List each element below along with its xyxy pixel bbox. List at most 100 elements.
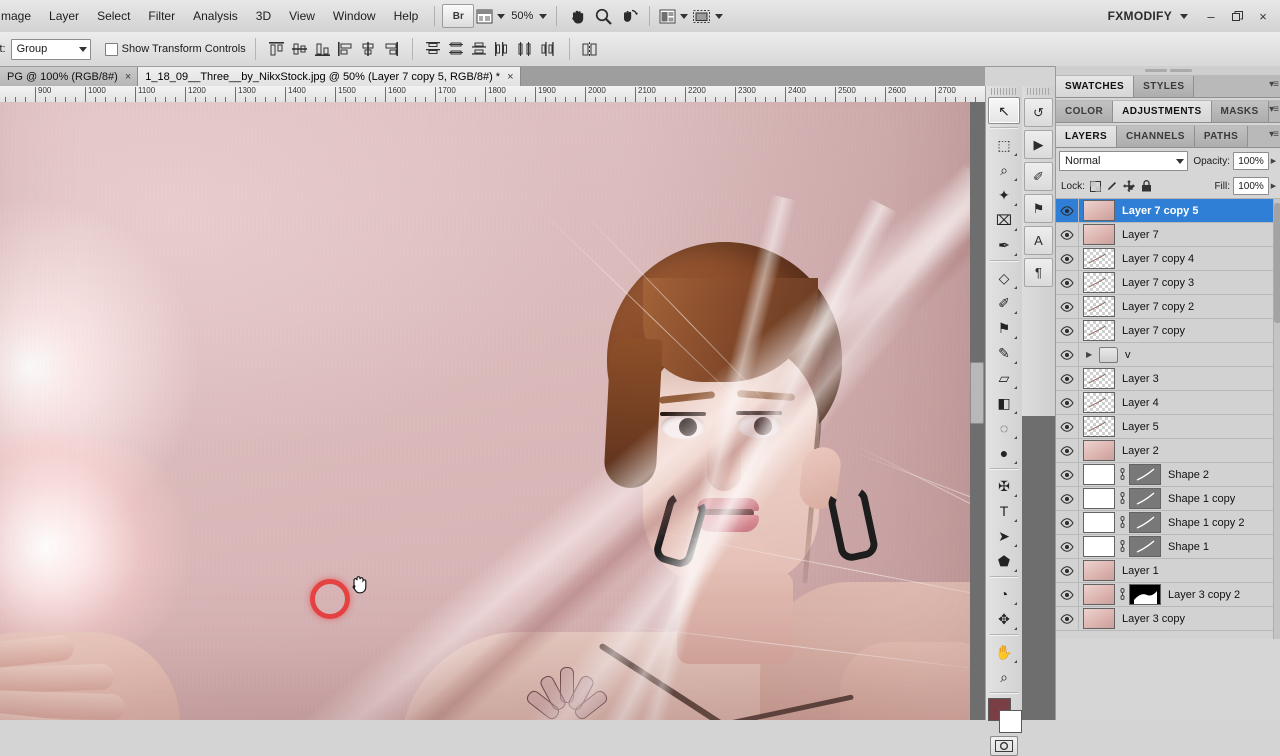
blend-mode-select[interactable]: Normal [1059,151,1189,171]
distribute-top-edges-button[interactable] [424,40,443,59]
layer-row[interactable]: Shape 2 [1056,463,1280,487]
restore-button[interactable] [1224,4,1250,28]
layer-fill-thumbnail[interactable] [1083,488,1115,509]
layer-thumbnail[interactable] [1083,248,1115,269]
panel-tab-styles[interactable]: STYLES [1134,76,1195,97]
distribute-left-edges-button[interactable] [493,40,512,59]
history-panel-icon[interactable]: ↺ [1024,98,1053,127]
layer-visibility-eye-icon[interactable] [1056,487,1079,510]
lock-all-icon[interactable] [1139,179,1154,194]
brushes-panel-icon[interactable]: ✐ [1024,162,1053,191]
menu-item-mage[interactable]: mage [0,5,40,27]
distribute-bottom-edges-button[interactable] [470,40,489,59]
mask-link-icon[interactable] [1117,539,1128,554]
minimize-button[interactable]: – [1198,4,1224,28]
menu-item-filter[interactable]: Filter [139,5,184,27]
layer-visibility-eye-icon[interactable] [1056,511,1079,534]
layer-thumbnail[interactable] [1083,224,1115,245]
clone-stamp-tool[interactable]: ⚑ [989,315,1019,340]
layer-visibility-eye-icon[interactable] [1056,367,1079,390]
mask-link-icon[interactable] [1117,587,1128,602]
layer-row[interactable]: Layer 1 [1056,559,1280,583]
close-icon[interactable]: × [507,71,513,83]
opacity-stepper[interactable]: ▶ [1269,153,1278,169]
chevron-down-icon[interactable] [1180,13,1188,19]
custom-shape-tool[interactable]: ⬟ [989,548,1019,573]
layer-visibility-eye-icon[interactable] [1056,583,1079,606]
magic-wand-tool[interactable]: ✦ [989,182,1019,207]
layer-fill-thumbnail[interactable] [1083,512,1115,533]
layer-thumbnail[interactable] [1083,392,1115,413]
group-select[interactable]: Group [10,38,91,60]
layer-thumbnail[interactable] [1083,416,1115,437]
lasso-tool[interactable]: ⌕ [989,157,1019,182]
panel-tab-adjustments[interactable]: ADJUSTMENTS [1113,101,1212,122]
move-tool[interactable]: ↖ [988,97,1020,124]
layer-list[interactable]: Layer 7 copy 5 Layer 7 Layer 7 copy 4 Layer… [1056,199,1280,639]
layer-row[interactable]: ▶ v [1056,343,1280,367]
menu-item-view[interactable]: View [280,5,324,27]
layer-thumbnail[interactable] [1083,584,1115,605]
layer-visibility-eye-icon[interactable] [1056,415,1079,438]
color-swatches[interactable] [987,698,1022,733]
layer-vector-mask-thumbnail[interactable] [1129,488,1161,509]
panel-tab-paths[interactable]: PATHS [1194,126,1249,147]
tools-panel-grip[interactable] [991,88,1017,95]
layer-visibility-eye-icon[interactable] [1056,463,1079,486]
layer-row[interactable]: Layer 7 copy 3 [1056,271,1280,295]
blur-tool[interactable]: ◌ [989,415,1019,440]
pen-tool[interactable]: ✠ [989,473,1019,498]
panel-tab-color[interactable]: COLOR [1056,101,1114,122]
layer-row[interactable]: Layer 4 [1056,391,1280,415]
layer-visibility-eye-icon[interactable] [1056,223,1079,246]
3d-rotate-tool[interactable]: ◔ [989,581,1019,606]
layer-row[interactable]: Layer 3 copy [1056,607,1280,631]
path-selection-tool[interactable]: ➤ [989,523,1019,548]
layer-thumbnail[interactable] [1083,560,1115,581]
layer-row[interactable]: Layer 7 copy 2 [1056,295,1280,319]
layer-row[interactable]: Layer 3 [1056,367,1280,391]
spot-healing-brush-tool[interactable]: ◇ [989,265,1019,290]
background-color-swatch[interactable] [999,710,1022,733]
document-tab-1[interactable]: 1_18_09__Three__by_NikxStock.jpg @ 50% (… [138,67,521,86]
layer-fill-thumbnail[interactable] [1083,536,1115,557]
align-horizontal-centers-button[interactable] [359,40,378,59]
close-icon[interactable]: × [125,71,131,83]
distribute-right-edges-button[interactable] [539,40,558,59]
layer-thumbnail[interactable] [1083,320,1115,341]
layer-row[interactable]: Layer 7 copy 4 [1056,247,1280,271]
layer-row[interactable]: Shape 1 copy 2 [1056,511,1280,535]
panel-dock-grip[interactable] [1056,66,1280,75]
zoom-level-display[interactable]: 50% [507,5,549,27]
panel-tab-masks[interactable]: MASKS [1211,101,1269,122]
layer-row[interactable]: Shape 1 copy [1056,487,1280,511]
panel-menu-icon[interactable]: ▾≡ [1269,104,1279,115]
canvas-vertical-scrollbar[interactable] [970,362,984,424]
menu-item-analysis[interactable]: Analysis [184,5,247,27]
layer-visibility-eye-icon[interactable] [1056,391,1079,414]
character-panel-icon[interactable]: A [1024,226,1053,255]
layer-visibility-eye-icon[interactable] [1056,607,1079,630]
eraser-tool[interactable]: ▱ [989,365,1019,390]
clone-source-panel-icon[interactable]: ⚑ [1024,194,1053,223]
rotate-view-tool-icon[interactable] [616,5,642,27]
eyedropper-tool[interactable]: ✒ [989,232,1019,257]
layer-visibility-eye-icon[interactable] [1056,319,1079,342]
mask-link-icon[interactable] [1117,491,1128,506]
lock-position-icon[interactable] [1122,179,1137,194]
dodge-tool[interactable]: ● [989,440,1019,465]
panel-tab-layers[interactable]: LAYERS [1056,126,1118,147]
lock-image-pixels-icon[interactable] [1105,179,1120,194]
panel-menu-icon[interactable]: ▾≡ [1269,129,1279,140]
actions-panel-icon[interactable]: ▶ [1024,130,1053,159]
menu-item-help[interactable]: Help [385,5,428,27]
document-tab-0[interactable]: PG @ 100% (RGB/8#) × [0,67,139,86]
history-brush-tool[interactable]: ✎ [989,340,1019,365]
menu-item-select[interactable]: Select [88,5,139,27]
arrange-documents-icon[interactable] [657,5,690,27]
zoom-tool[interactable]: ⌕ [989,664,1019,689]
layer-thumbnail[interactable] [1083,368,1115,389]
align-vertical-centers-button[interactable] [290,40,309,59]
layer-visibility-eye-icon[interactable] [1056,295,1079,318]
layer-thumbnail[interactable] [1083,440,1115,461]
